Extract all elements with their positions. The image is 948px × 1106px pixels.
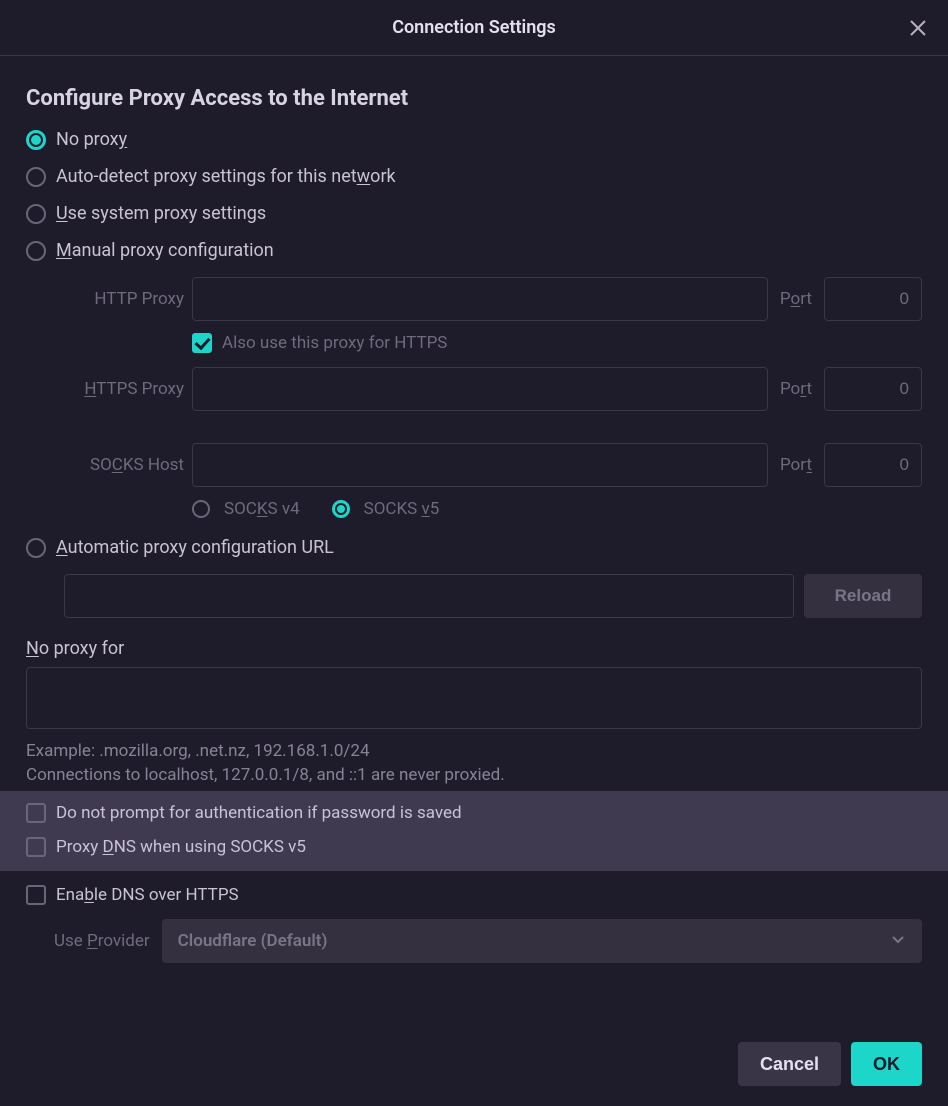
close-button[interactable] xyxy=(904,14,932,42)
manual-config-block: HTTP Proxy Port Also use this proxy for … xyxy=(64,277,922,519)
radio-socks-v5[interactable] xyxy=(332,500,350,518)
also-https-checkbox[interactable] xyxy=(192,333,212,353)
radio-no-proxy-label: No proxy xyxy=(56,129,127,150)
titlebar: Connection Settings xyxy=(0,0,948,56)
radio-system-label: Use system proxy settings xyxy=(56,203,266,224)
socks-v5-label: SOCKS v5 xyxy=(364,499,440,519)
reload-button[interactable]: Reload xyxy=(804,574,922,618)
radio-auto-detect[interactable] xyxy=(26,167,46,187)
https-port-input[interactable] xyxy=(824,367,922,411)
proxy-dns-socks5-label: Proxy DNS when using SOCKS v5 xyxy=(56,837,306,857)
dialog-footer: Cancel OK xyxy=(738,1042,922,1086)
radio-row-auto-detect[interactable]: Auto-detect proxy settings for this netw… xyxy=(26,166,922,187)
radio-manual[interactable] xyxy=(26,241,46,261)
radio-socks-v4[interactable] xyxy=(192,500,210,518)
radio-row-no-proxy[interactable]: No proxy xyxy=(26,129,922,150)
dialog-body: Configure Proxy Access to the Internet N… xyxy=(0,56,948,983)
enable-doh-checkbox[interactable] xyxy=(26,885,46,905)
close-icon xyxy=(909,19,927,37)
cancel-button[interactable]: Cancel xyxy=(738,1042,841,1086)
https-port-label: Port xyxy=(776,379,816,399)
socks-port-label: Port xyxy=(776,455,816,475)
radio-auto-url-label: Automatic proxy configuration URL xyxy=(56,537,334,558)
proxy-dns-socks5-checkbox[interactable] xyxy=(26,837,46,857)
socks-port-input[interactable] xyxy=(824,443,922,487)
no-auth-prompt-checkbox[interactable] xyxy=(26,803,46,823)
radio-manual-label: Manual proxy configuration xyxy=(56,240,274,261)
no-proxy-for-input[interactable] xyxy=(26,667,922,729)
highlighted-options: Do not prompt for authentication if pass… xyxy=(0,791,948,871)
dialog-title: Connection Settings xyxy=(392,17,556,38)
http-port-label: Port xyxy=(776,289,816,309)
auto-config-url-input[interactable] xyxy=(64,574,794,618)
radio-no-proxy[interactable] xyxy=(26,130,46,150)
radio-row-system[interactable]: Use system proxy settings xyxy=(26,203,922,224)
no-proxy-for-label: No proxy for xyxy=(26,638,922,659)
radio-auto-detect-label: Auto-detect proxy settings for this netw… xyxy=(56,166,396,187)
https-proxy-input[interactable] xyxy=(192,367,768,411)
section-heading: Configure Proxy Access to the Internet xyxy=(26,86,922,111)
also-https-label: Also use this proxy for HTTPS xyxy=(222,333,447,353)
radio-auto-url[interactable] xyxy=(26,538,46,558)
ok-button[interactable]: OK xyxy=(851,1042,922,1086)
provider-label: Use Provider xyxy=(54,931,150,951)
no-auth-prompt-label: Do not prompt for authentication if pass… xyxy=(56,803,462,823)
connection-settings-dialog: Connection Settings Configure Proxy Acce… xyxy=(0,0,948,1106)
socks-host-input[interactable] xyxy=(192,443,768,487)
provider-selected-value: Cloudflare (Default) xyxy=(178,931,328,951)
http-proxy-label: HTTP Proxy xyxy=(64,289,184,309)
http-proxy-input[interactable] xyxy=(192,277,768,321)
no-proxy-example: Example: .mozilla.org, .net.nz, 192.168.… xyxy=(26,741,922,761)
radio-row-auto-url[interactable]: Automatic proxy configuration URL xyxy=(26,537,922,558)
socks-host-label: SOCKS Host xyxy=(64,455,184,475)
https-proxy-label: HTTPS Proxy xyxy=(64,379,184,399)
socks-v4-label: SOCKS v4 xyxy=(224,499,300,519)
radio-system[interactable] xyxy=(26,204,46,224)
radio-row-manual[interactable]: Manual proxy configuration xyxy=(26,240,922,261)
chevron-down-icon xyxy=(890,931,906,952)
provider-select[interactable]: Cloudflare (Default) xyxy=(162,919,922,963)
enable-doh-label: Enable DNS over HTTPS xyxy=(56,885,239,905)
localhost-note: Connections to localhost, 127.0.0.1/8, a… xyxy=(26,765,922,785)
http-port-input[interactable] xyxy=(824,277,922,321)
